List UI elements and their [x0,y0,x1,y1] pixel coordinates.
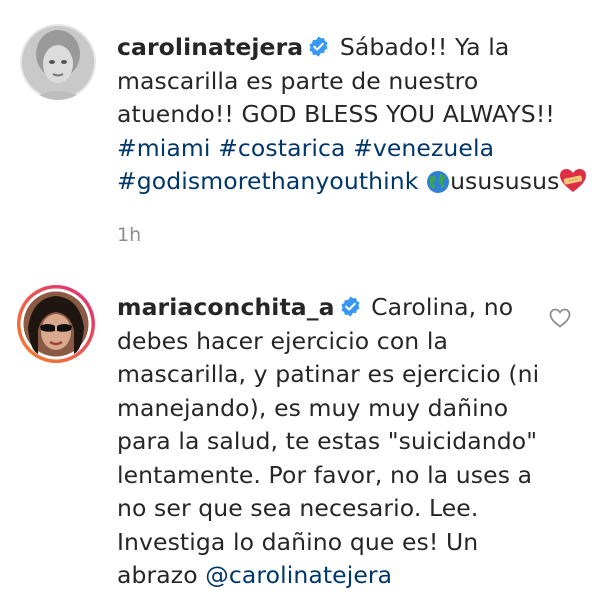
comment-username[interactable]: mariaconchita_a [117,293,335,321]
comment-text: Sábado!! Ya la [339,33,510,61]
comment-text: no ser que sea necesario. Lee. [117,494,479,522]
comment-text: manejando), es muy muy dañino [117,393,509,422]
avatar[interactable] [20,24,96,100]
comment-text: usususus [450,167,560,195]
avatar[interactable] [16,284,96,364]
verified-badge-icon [309,36,328,57]
heart-with-bandage-icon [560,169,587,192]
comment-timestamp: 1h [117,224,142,246]
comment-body: carolinatejera Sábado!! Ya la mascarilla… [117,31,597,199]
globe-americas-icon [427,171,450,193]
comments-panel: carolinatejera Sábado!! Ya la mascarilla… [0,0,613,604]
hashtag-link[interactable]: #miami [117,134,211,162]
comment-text: debes hacer ejercicio con la [117,326,448,355]
verified-badge-icon [341,296,360,317]
comment-text: para la salud, te estas "suicidando" [117,427,538,455]
hashtag-link[interactable]: #venezuela [353,134,494,162]
comment-text: mascarilla es parte de nuestro [117,66,479,95]
comment-text: mascarilla, y patinar es ejercicio (ni [117,360,540,388]
heart-outline-icon[interactable] [548,306,572,330]
comment-text: lentamente. Por favor, no la uses a [117,460,533,489]
comment-text: atuendo!! GOD BLESS YOU ALWAYS!! [117,100,555,128]
hashtag-link[interactable]: #costarica [218,134,345,162]
comment-body: mariaconchita_a Carolina, no debes hacer… [117,291,557,593]
comment-text: abrazo [117,561,206,589]
comment-username[interactable]: carolinatejera [117,33,303,61]
mention-link[interactable]: @carolinatejera [205,561,392,589]
hashtag-link[interactable]: #godismorethanyouthink [117,167,418,195]
comment-text: Investiga lo dañino que es! Un [117,527,479,556]
comment-text: Carolina, no [371,293,514,321]
